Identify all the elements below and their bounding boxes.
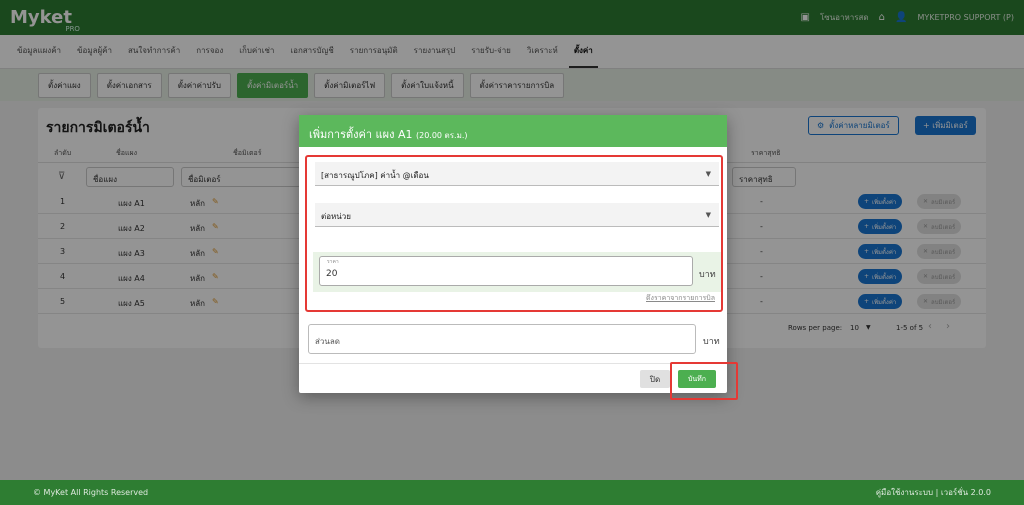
pricing-type-select[interactable]: ต่อหน่วย ▼ — [315, 203, 719, 227]
footer: © MyKet All Rights Reserved คู่มือใช้งาน… — [0, 480, 1024, 505]
price-value: 20 — [326, 269, 338, 279]
divider — [299, 363, 727, 364]
price-label: ราคา — [327, 259, 339, 265]
price-zone: ราคา 20 บาท — [313, 252, 721, 292]
caret-down-icon: ▼ — [705, 170, 711, 178]
footer-right[interactable]: คู่มือใช้งานระบบ | เวอร์ชั่น 2.0.0 — [876, 486, 991, 499]
close-button[interactable]: ปิด — [640, 370, 670, 388]
caret-down-icon: ▼ — [705, 211, 711, 219]
dialog-title: เพิ่มการตั้งค่า แผง A1 — [309, 128, 413, 141]
highlight-box-fields: [สาธารณูปโภค] ค่าน้ำ @เดือน ▼ ต่อหน่วย ▼… — [305, 155, 723, 312]
discount-input[interactable]: ส่วนลด — [308, 324, 696, 354]
bill-item-value: [สาธารณูปโภค] ค่าน้ำ @เดือน — [321, 171, 429, 180]
highlight-box-save — [670, 362, 738, 400]
discount-unit: บาท — [703, 337, 720, 347]
dialog-header: เพิ่มการตั้งค่า แผง A1 (20.00 ตร.ม.) — [299, 115, 727, 147]
bill-item-select[interactable]: [สาธารณูปโภค] ค่าน้ำ @เดือน ▼ — [315, 162, 719, 186]
copyright: © MyKet All Rights Reserved — [33, 488, 149, 497]
add-setting-dialog: เพิ่มการตั้งค่า แผง A1 (20.00 ตร.ม.) [สา… — [299, 115, 727, 393]
pricing-type-value: ต่อหน่วย — [321, 212, 351, 221]
price-input[interactable]: ราคา 20 — [319, 256, 693, 286]
pull-bill-price-link[interactable]: ดึงราคาจากรายการบิล — [646, 293, 715, 304]
dialog-title-area: (20.00 ตร.ม.) — [415, 131, 468, 140]
price-unit: บาท — [699, 270, 716, 280]
